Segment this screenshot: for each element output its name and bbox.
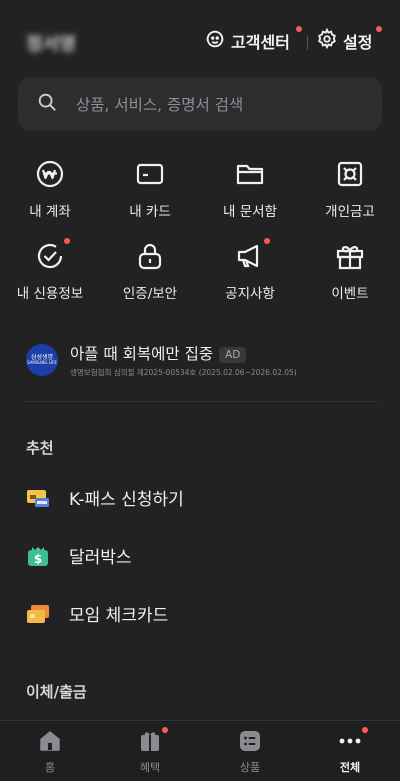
top-header: 정서영 고객센터 설정 bbox=[0, 18, 400, 66]
menu-auth-security[interactable]: 인증/보안 bbox=[100, 234, 200, 302]
notification-dot bbox=[296, 26, 302, 32]
customer-center-label: 고객센터 bbox=[231, 33, 290, 52]
headset-icon bbox=[204, 28, 226, 54]
menu-my-documents[interactable]: 내 문서함 bbox=[200, 152, 300, 220]
kpass-card-icon bbox=[26, 486, 50, 510]
user-name[interactable]: 정서영 bbox=[26, 30, 76, 56]
tab-label: 혜택 bbox=[139, 761, 161, 774]
megaphone-icon bbox=[234, 238, 270, 272]
menu-label: 인증/보안 bbox=[122, 286, 178, 302]
tab-products[interactable]: 상품 bbox=[200, 729, 300, 775]
ad-title: 아플 때 회복에만 집중 AD bbox=[70, 342, 247, 364]
benefit-gift-icon bbox=[138, 727, 168, 753]
recommend-item-dollar-box[interactable]: $ 달러박스 bbox=[26, 543, 132, 568]
tab-home[interactable]: 홈 bbox=[0, 729, 100, 775]
more-dots-icon bbox=[338, 727, 368, 753]
tab-all[interactable]: 전체 bbox=[300, 727, 400, 775]
menu-my-account[interactable]: 내 계좌 bbox=[0, 152, 100, 220]
account-won-icon bbox=[34, 158, 66, 190]
dollar-box-icon: $ bbox=[26, 544, 50, 568]
ad-badge: AD bbox=[219, 346, 247, 363]
notification-dot bbox=[64, 238, 70, 244]
settings-label: 설정 bbox=[343, 33, 373, 52]
search-bar[interactable]: 상품, 서비스, 증명서 검색 bbox=[18, 77, 382, 131]
transfer-section-title: 이체/출금 bbox=[26, 683, 87, 701]
products-list-icon bbox=[238, 729, 262, 753]
search-icon bbox=[18, 91, 58, 117]
recommend-item-kpass[interactable]: K-패스 신청하기 bbox=[26, 485, 184, 510]
tab-benefits[interactable]: 혜택 bbox=[100, 727, 200, 775]
menu-label: 개인금고 bbox=[325, 204, 375, 220]
recommend-label: K-패스 신청하기 bbox=[69, 490, 184, 510]
ad-title-text: 아플 때 회복에만 집중 bbox=[70, 345, 214, 363]
samsung-life-logo: 삼성생명 SAMSUNG LIFE bbox=[26, 344, 58, 376]
tab-label: 전체 bbox=[339, 761, 361, 774]
section-divider bbox=[24, 401, 378, 402]
logo-subtext: SAMSUNG LIFE bbox=[27, 360, 57, 366]
header-divider bbox=[307, 36, 308, 50]
menu-my-card[interactable]: 내 카드 bbox=[100, 152, 200, 220]
menu-label: 내 카드 bbox=[129, 204, 171, 220]
notification-dot bbox=[162, 727, 168, 733]
credit-check-icon bbox=[34, 238, 70, 272]
menu-notices[interactable]: 공지사항 bbox=[200, 234, 300, 302]
gear-icon bbox=[316, 27, 338, 54]
lock-icon bbox=[134, 240, 166, 272]
menu-label: 내 계좌 bbox=[29, 204, 71, 220]
group-card-icon bbox=[26, 602, 50, 626]
search-placeholder: 상품, 서비스, 증명서 검색 bbox=[76, 96, 244, 114]
recommend-section-title: 추천 bbox=[26, 439, 54, 457]
menu-label: 공지사항 bbox=[225, 286, 275, 302]
folder-icon bbox=[234, 158, 266, 190]
menu-events[interactable]: 이벤트 bbox=[300, 234, 400, 302]
svg-text:$: $ bbox=[34, 552, 42, 566]
ad-disclaimer: 생명보험협회 심의필 제2025-00534호 (2025.02.06~2026… bbox=[70, 368, 297, 377]
tab-label: 상품 bbox=[239, 761, 261, 774]
safe-icon bbox=[334, 158, 366, 190]
notification-dot bbox=[362, 727, 368, 733]
ad-banner[interactable]: 삼성생명 SAMSUNG LIFE 아플 때 회복에만 집중 AD 생명보험협회 … bbox=[26, 340, 378, 380]
recommend-label: 달러박스 bbox=[69, 548, 132, 568]
bottom-tab-bar: 홈 혜택 상품 전체 bbox=[0, 720, 400, 781]
notification-dot bbox=[264, 238, 270, 244]
menu-label: 내 신용정보 bbox=[16, 286, 84, 302]
menu-personal-safe[interactable]: 개인금고 bbox=[300, 152, 400, 220]
home-icon bbox=[38, 729, 62, 753]
menu-label: 이벤트 bbox=[331, 286, 369, 302]
customer-center-button[interactable]: 고객센터 bbox=[204, 26, 302, 54]
recommend-item-group-card[interactable]: 모임 체크카드 bbox=[26, 601, 168, 626]
card-icon bbox=[134, 158, 166, 190]
menu-label: 내 문서함 bbox=[223, 204, 277, 220]
settings-button[interactable]: 설정 bbox=[316, 26, 382, 54]
notification-dot bbox=[376, 26, 382, 32]
tab-label: 홈 bbox=[44, 761, 56, 774]
gift-icon bbox=[334, 240, 366, 272]
menu-credit-info[interactable]: 내 신용정보 bbox=[0, 234, 100, 302]
recommend-label: 모임 체크카드 bbox=[69, 606, 169, 626]
